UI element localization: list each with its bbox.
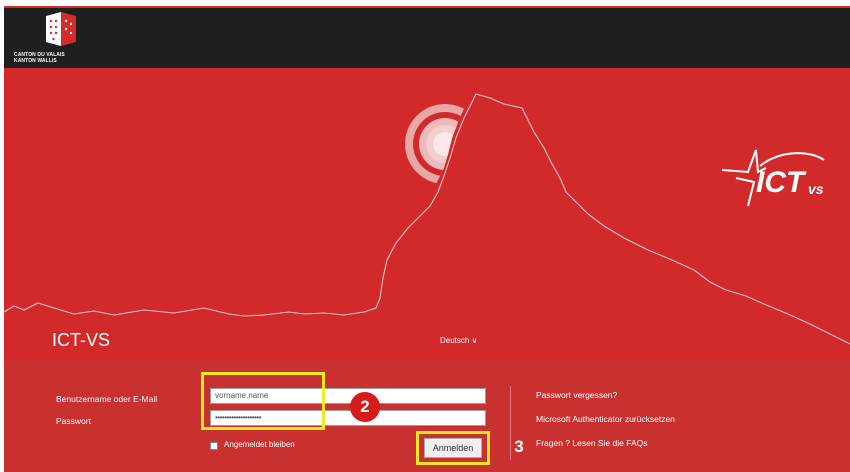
highlight-credentials bbox=[201, 372, 325, 430]
step-badge-2: 2 bbox=[350, 392, 380, 422]
panel-divider bbox=[510, 386, 511, 460]
reset-authenticator-link[interactable]: Microsoft Authenticator zurücksetzen bbox=[536, 414, 675, 424]
faq-link[interactable]: Fragen ? Lesen Sie die FAQs bbox=[536, 438, 648, 448]
svg-text:vs: vs bbox=[808, 181, 824, 197]
canton-logo[interactable]: CANTON DU VALAIS KANTON WALLIS bbox=[14, 12, 94, 68]
matterhorn-illustration bbox=[4, 93, 850, 345]
remember-me[interactable]: Angemeldet bleiben bbox=[210, 440, 330, 452]
ict-star-logo-icon: ICT vs bbox=[721, 149, 825, 207]
forgot-password-link[interactable]: Passwort vergessen? bbox=[536, 390, 617, 400]
login-panel: Benutzername oder E-Mail Passwort vornam… bbox=[4, 360, 850, 472]
hero-banner: ICT vs ICT-VS Deutsch ∨ bbox=[4, 68, 850, 360]
remember-checkbox[interactable] bbox=[210, 442, 218, 450]
canton-shield-icon bbox=[46, 12, 76, 46]
remember-label: Angemeldet bleiben bbox=[224, 440, 295, 449]
username-label: Benutzername oder E-Mail bbox=[56, 394, 158, 404]
language-selector[interactable]: Deutsch ∨ bbox=[440, 336, 477, 345]
site-title: ICT-VS bbox=[52, 330, 111, 350]
canton-line-de: KANTON WALLIS bbox=[14, 58, 57, 64]
canton-name: CANTON DU VALAIS KANTON WALLIS bbox=[14, 52, 94, 64]
top-header: CANTON DU VALAIS KANTON WALLIS bbox=[4, 6, 850, 68]
login-page: CANTON DU VALAIS KANTON WALLIS ICT vs IC… bbox=[4, 6, 850, 472]
password-label: Passwort bbox=[56, 416, 91, 426]
ict-vs-logo: ICT vs bbox=[720, 148, 830, 208]
svg-text:ICT: ICT bbox=[756, 166, 807, 199]
highlight-login-button bbox=[416, 431, 490, 465]
